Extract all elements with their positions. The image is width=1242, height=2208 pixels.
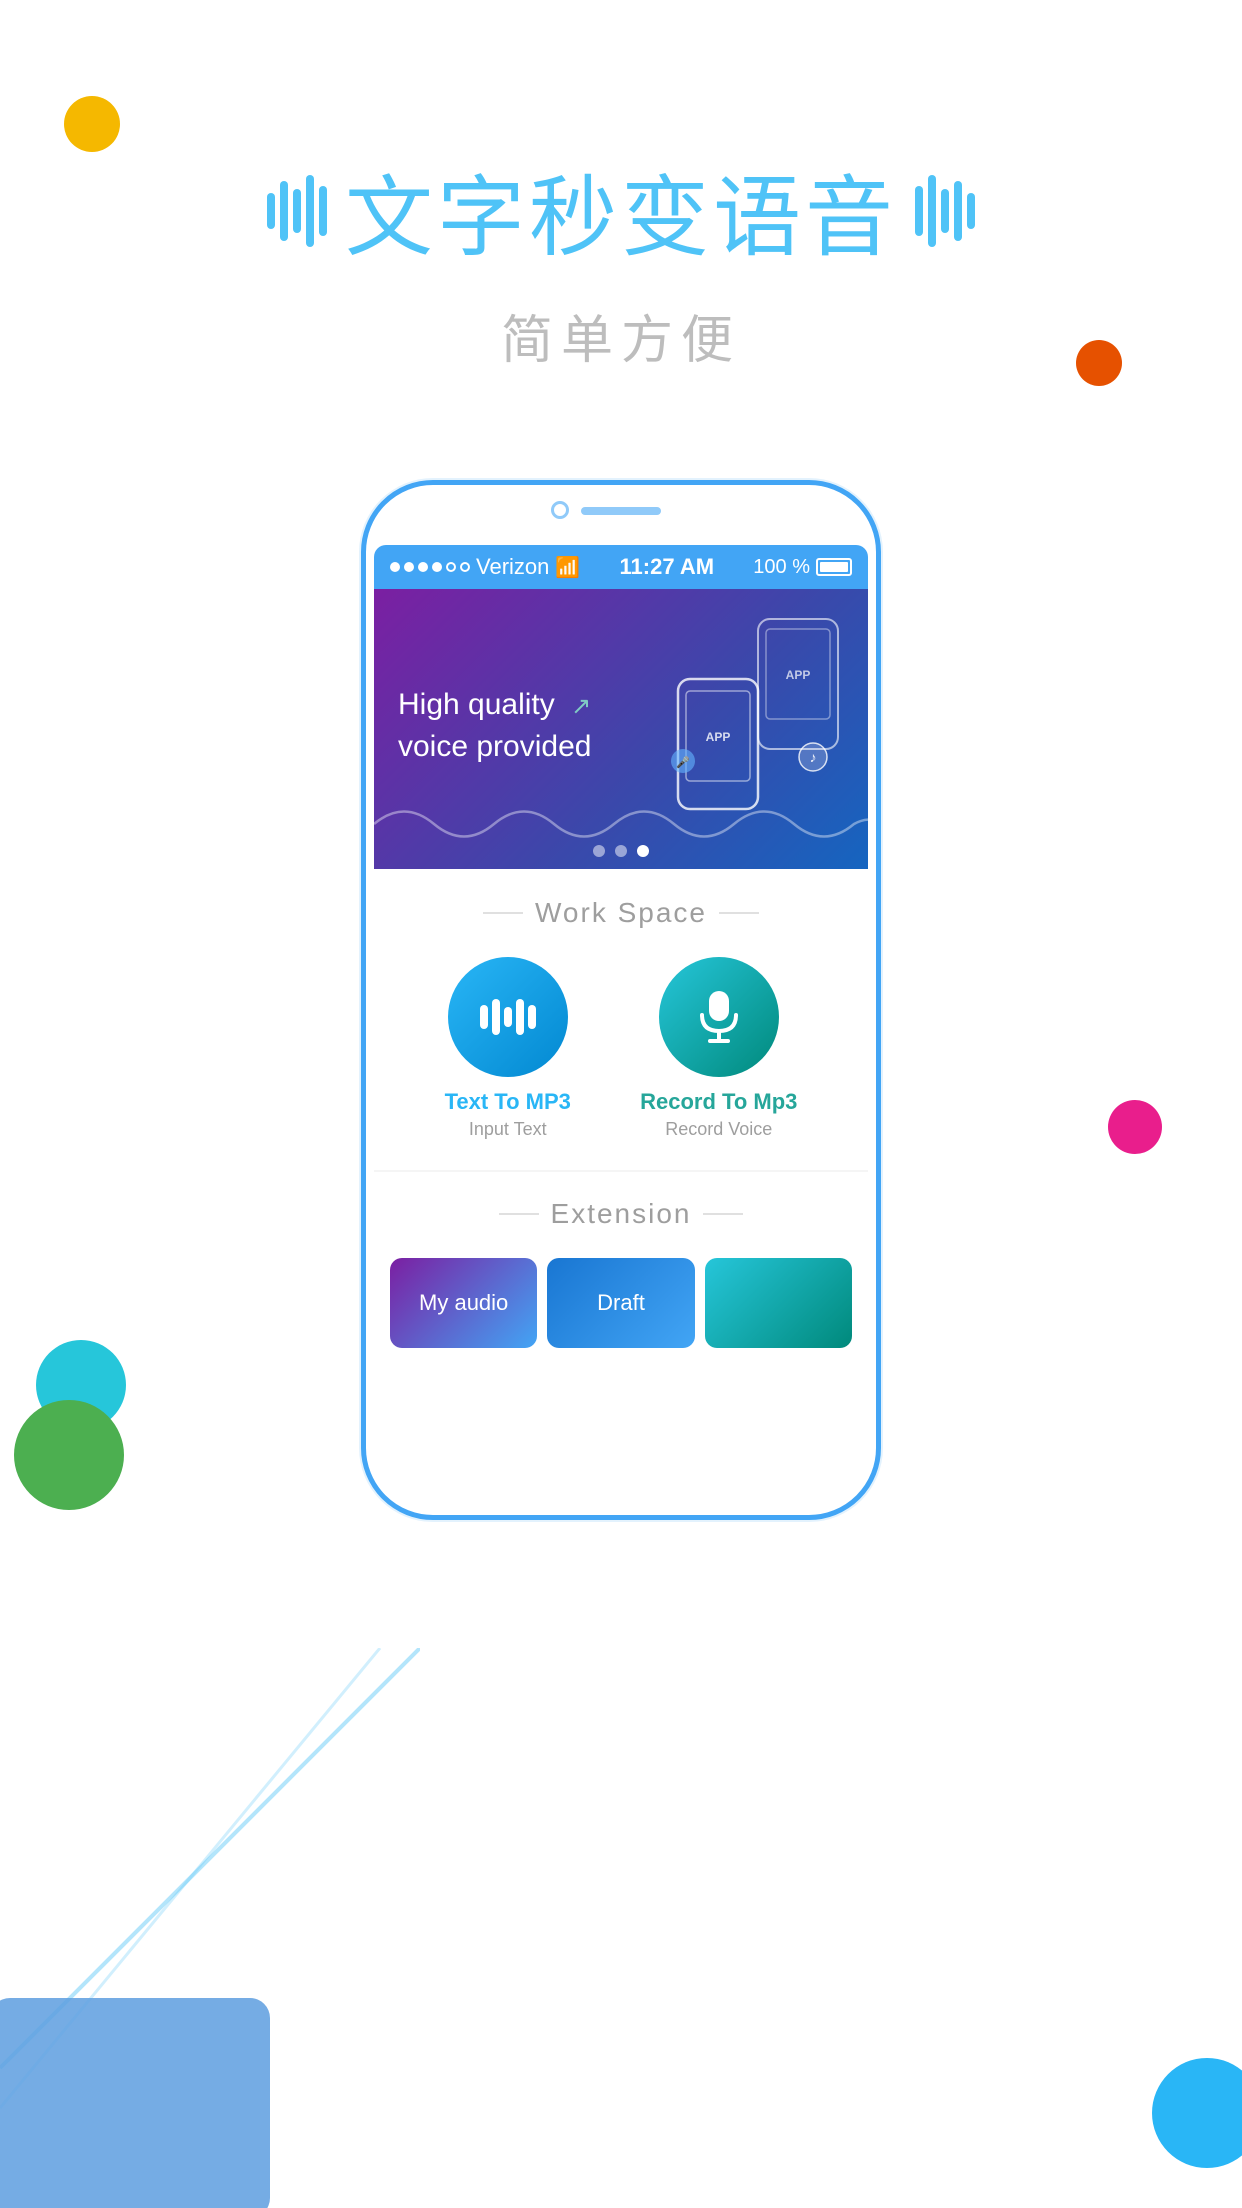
audio-wave-icon	[478, 997, 538, 1037]
carrier-label: Verizon	[476, 554, 549, 580]
svg-text:♪: ♪	[810, 749, 817, 765]
banner-dot-3	[637, 845, 649, 857]
workspace-grid: Text To MP3 Input Text	[390, 957, 852, 1140]
deco-lines	[0, 1648, 420, 2208]
wifi-icon: 📶	[555, 555, 580, 580]
main-title: 文字秒变语音	[345, 147, 897, 274]
status-right: 100 %	[753, 556, 852, 579]
signal-dots	[390, 562, 470, 572]
divider	[374, 1170, 868, 1172]
extension-title-line-left	[499, 1213, 539, 1215]
banner-dot-1	[593, 845, 605, 857]
extension-card-extra[interactable]	[705, 1258, 852, 1348]
workspace-item-record[interactable]: Record To Mp3 Record Voice	[640, 957, 797, 1140]
tts-sublabel: Input Text	[469, 1119, 547, 1140]
signal-dot-2	[404, 562, 414, 572]
tts-icon-circle	[448, 957, 568, 1077]
workspace-title-line-left	[483, 912, 523, 914]
svg-text:APP: APP	[706, 730, 731, 744]
record-sublabel: Record Voice	[665, 1119, 772, 1140]
tts-label: Text To MP3	[445, 1089, 571, 1115]
extension-title-line-right	[703, 1213, 743, 1215]
workspace-section: Work Space	[374, 869, 868, 1160]
microphone-icon	[694, 987, 744, 1047]
status-bar: Verizon 📶 11:27 AM 100 %	[374, 545, 868, 589]
svg-text:🎤: 🎤	[676, 755, 690, 769]
status-left: Verizon 📶	[390, 554, 580, 580]
signal-dot-3	[418, 562, 428, 572]
signal-dot-1	[390, 562, 400, 572]
extension-section: Extension My audio Draft	[374, 1182, 868, 1360]
deco-circle-blue	[1152, 2058, 1242, 2168]
record-label: Record To Mp3	[640, 1089, 797, 1115]
phone-mockup: Verizon 📶 11:27 AM 100 %	[361, 480, 881, 1520]
svg-text:APP: APP	[786, 668, 811, 682]
wave-right-icon	[915, 175, 975, 247]
phone-camera	[551, 501, 569, 519]
banner[interactable]: High quality ↗ voice provided APP APP	[374, 589, 868, 869]
deco-circle-pink	[1108, 1100, 1162, 1154]
extension-card-myaudio[interactable]: My audio	[390, 1258, 537, 1348]
workspace-title-text: Work Space	[535, 897, 707, 929]
workspace-item-tts[interactable]: Text To MP3 Input Text	[445, 957, 571, 1140]
signal-dot-4	[432, 562, 442, 572]
banner-phone-illustration: APP APP ♪ 🎤	[658, 599, 858, 859]
battery-label: 100 %	[753, 556, 810, 579]
deco-circle-green	[14, 1400, 124, 1510]
extension-section-title: Extension	[390, 1198, 852, 1230]
signal-dot-6	[460, 562, 470, 572]
battery-fill	[820, 562, 848, 572]
extension-title-text: Extension	[551, 1198, 692, 1230]
phone-screen: Verizon 📶 11:27 AM 100 %	[374, 545, 868, 1455]
signal-dot-5	[446, 562, 456, 572]
share-icon: ↗	[571, 693, 591, 720]
wave-left-icon	[267, 175, 327, 247]
phone-speaker	[581, 507, 661, 515]
title-row: 文字秒变语音	[267, 147, 975, 274]
phone-outer: Verizon 📶 11:27 AM 100 %	[361, 480, 881, 1520]
banner-dot-2	[615, 845, 627, 857]
workspace-section-title: Work Space	[390, 897, 852, 929]
extension-card-draft[interactable]: Draft	[547, 1258, 694, 1348]
record-icon-circle	[659, 957, 779, 1077]
battery-bar	[816, 558, 852, 576]
time-label: 11:27 AM	[620, 554, 715, 580]
extension-cards: My audio Draft	[390, 1258, 852, 1348]
banner-title: High quality ↗ voice provided	[398, 684, 591, 768]
banner-text: High quality ↗ voice provided	[398, 684, 591, 774]
top-section: 文字秒变语音 简单方便	[0, 0, 1242, 520]
banner-dots	[593, 845, 649, 857]
workspace-title-line-right	[719, 912, 759, 914]
sub-title: 简单方便	[501, 298, 741, 373]
